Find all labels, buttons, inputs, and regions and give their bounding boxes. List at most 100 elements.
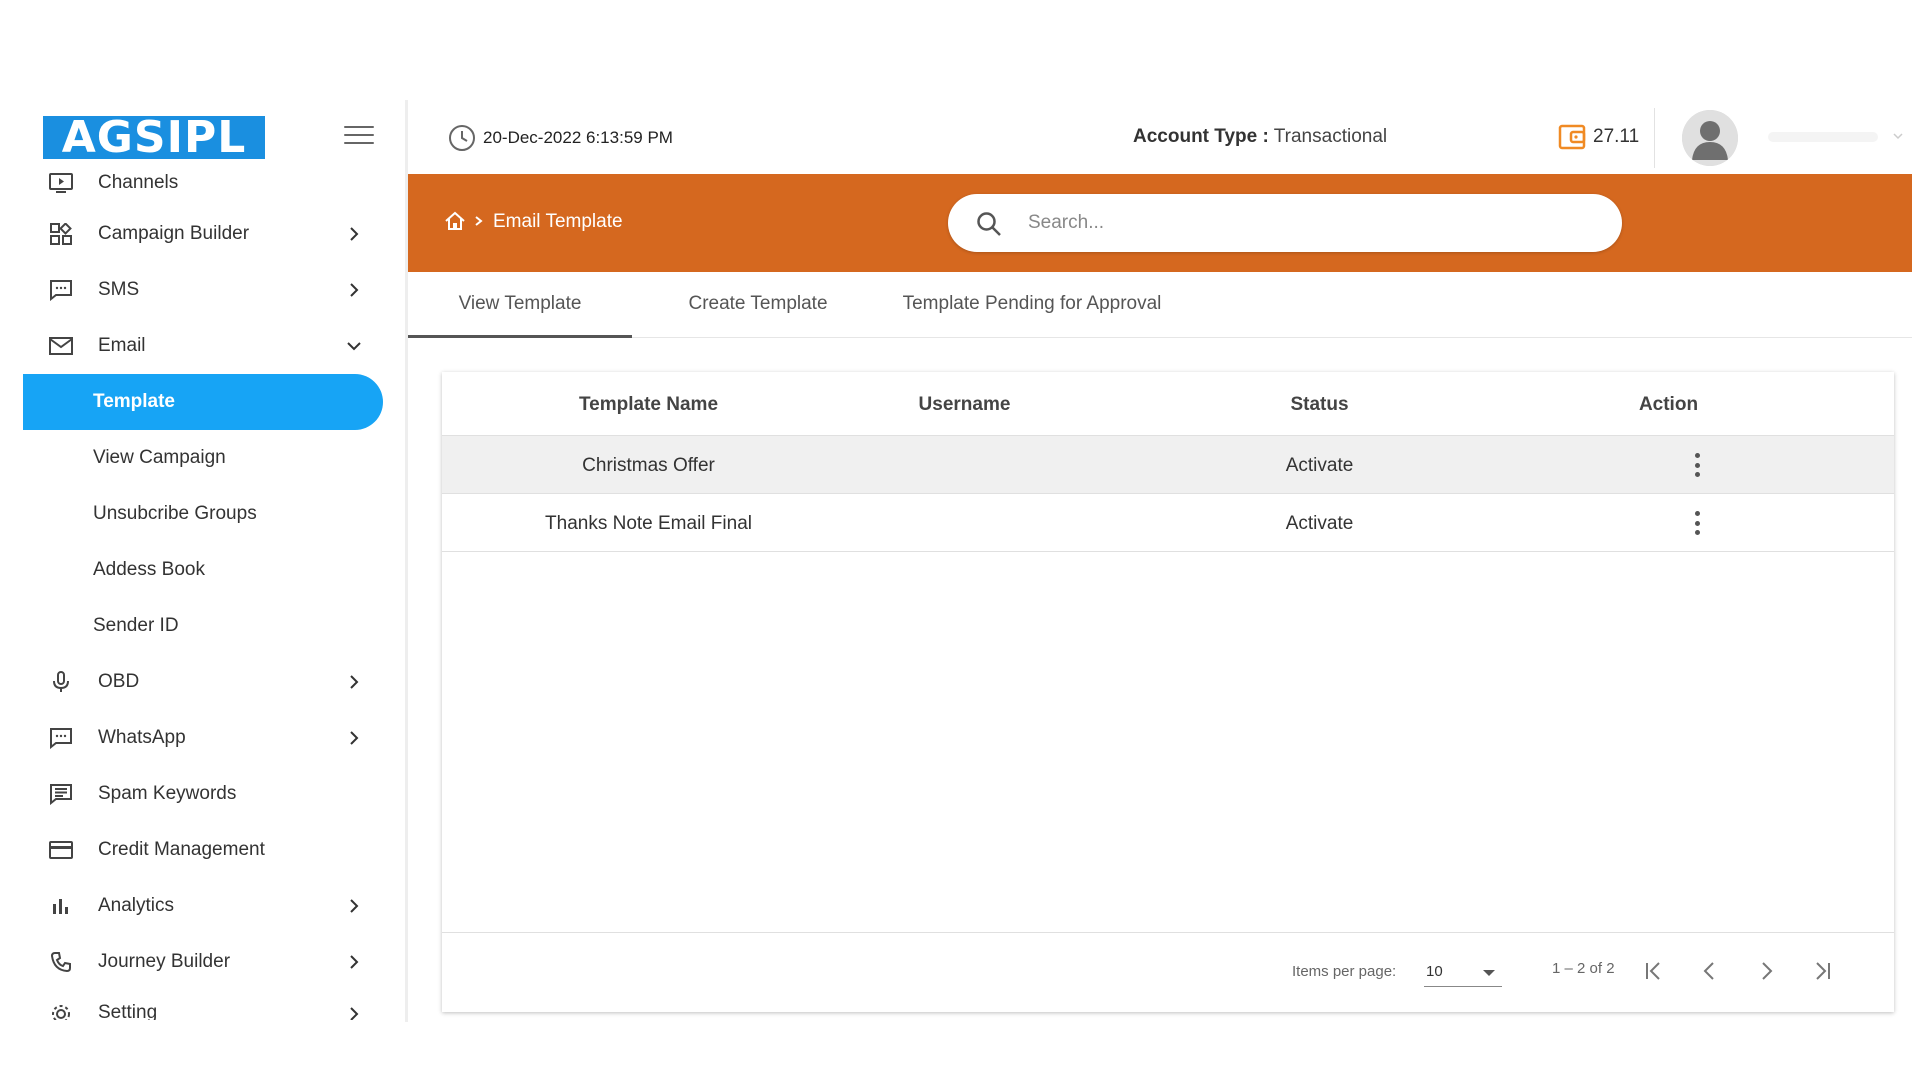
breadcrumb-current: Email Template [493, 211, 623, 232]
tab-create-template[interactable]: Create Template [652, 272, 864, 338]
page-header-banner: Email Template [408, 174, 1912, 272]
monitor-play-icon [48, 170, 74, 196]
sidebar-item-obd[interactable]: OBD [0, 654, 405, 710]
chevron-down-icon [1893, 133, 1903, 140]
brand-logo: AGSIPL [43, 116, 265, 160]
sidebar-subitem-address-book[interactable]: Addess Book [0, 542, 405, 598]
page-range: 1 – 2 of 2 [1552, 960, 1615, 977]
column-header-status[interactable]: Status [1197, 394, 1442, 416]
chat-dots-icon [48, 725, 74, 751]
message-icon [48, 277, 74, 303]
sidebar-subitem-label: Sender ID [93, 615, 179, 636]
paginator: Items per page: 10 1 – 2 of 2 [442, 932, 1894, 1012]
chevron-right-icon [346, 954, 362, 970]
menu-toggle-icon[interactable] [344, 126, 374, 148]
sidebar-subitem-sender-id[interactable]: Sender ID [0, 598, 405, 654]
app-window: AGSIPL Channels Campaign Builder SMS Ema… [0, 100, 1920, 1022]
sidebar-item-whatsapp[interactable]: WhatsApp [0, 710, 405, 766]
sidebar-item-label: WhatsApp [98, 727, 186, 748]
cell-status: Activate [1285, 455, 1354, 476]
sidebar-item-campaign-builder[interactable]: Campaign Builder [0, 206, 405, 262]
search-box [948, 194, 1622, 252]
chevron-right-icon [346, 1006, 362, 1020]
bar-chart-icon [48, 893, 74, 919]
username-placeholder [1768, 132, 1878, 142]
next-page-icon[interactable] [1750, 955, 1782, 987]
tab-template-pending-approval[interactable]: Template Pending for Approval [882, 272, 1182, 338]
template-table-card: Template Name Username Status Action Chr… [442, 372, 1894, 1012]
column-header-action: Action [1638, 394, 1699, 415]
table-row[interactable]: Thanks Note Email Final Activate [442, 494, 1894, 552]
chevron-right-icon [346, 898, 362, 914]
chevron-right-icon [346, 674, 362, 690]
tab-view-template[interactable]: View Template [408, 272, 632, 338]
main-content: 20-Dec-2022 6:13:59 PM Account Type : Tr… [408, 100, 1912, 1022]
sidebar-subitem-template[interactable]: Template [23, 374, 383, 430]
current-datetime: 20-Dec-2022 6:13:59 PM [483, 128, 673, 147]
column-header-username[interactable]: Username [842, 394, 1087, 416]
sidebar-subitem-label: Unsubcribe Groups [93, 503, 257, 524]
items-per-page-label: Items per page: [1292, 963, 1397, 980]
sidebar-item-label: Journey Builder [98, 951, 231, 972]
sidebar-item-analytics[interactable]: Analytics [0, 878, 405, 934]
sidebar-item-setting[interactable]: Setting [0, 990, 405, 1020]
sidebar-subitem-label: View Campaign [93, 447, 226, 468]
chevron-right-icon [346, 226, 362, 242]
sidebar-item-label: Credit Management [98, 839, 265, 860]
sidebar-item-email[interactable]: Email [0, 318, 405, 374]
row-actions-kebab-icon[interactable] [1692, 450, 1702, 480]
microphone-icon [48, 669, 74, 695]
items-per-page-value: 10 [1426, 963, 1443, 980]
sidebar-subitem-view-campaign[interactable]: View Campaign [0, 430, 405, 486]
topbar-divider [1654, 108, 1655, 168]
cell-status: Activate [1285, 513, 1354, 534]
sidebar-item-label: Campaign Builder [98, 223, 250, 244]
credit-balance: 27.11 [1593, 126, 1640, 147]
last-page-icon[interactable] [1806, 955, 1838, 987]
sidebar-item-label: Setting [98, 1002, 158, 1020]
top-bar: 20-Dec-2022 6:13:59 PM Account Type : Tr… [408, 100, 1912, 174]
column-header-template-name[interactable]: Template Name [526, 394, 771, 416]
home-icon[interactable] [444, 210, 466, 232]
sidebar-item-label: Email [98, 335, 146, 356]
row-actions-kebab-icon[interactable] [1692, 508, 1702, 538]
sidebar-item-label: Analytics [98, 895, 175, 916]
account-type-value: Transactional [1268, 126, 1388, 147]
sidebar-item-channels[interactable]: Channels [0, 160, 405, 206]
table-row[interactable]: Christmas Offer Activate [442, 436, 1894, 494]
search-input[interactable] [1028, 208, 1588, 238]
dropdown-caret-icon [1483, 970, 1495, 976]
sidebar-item-sms[interactable]: SMS [0, 262, 405, 318]
sidebar-subitem-unsubscribe-groups[interactable]: Unsubcribe Groups [0, 486, 405, 542]
previous-page-icon[interactable] [1694, 955, 1726, 987]
sidebar: AGSIPL Channels Campaign Builder SMS Ema… [0, 100, 408, 1022]
sidebar-item-label: SMS [98, 279, 140, 300]
sidebar-item-credit-management[interactable]: Credit Management [0, 822, 405, 878]
table-header: Template Name Username Status Action [442, 372, 1894, 436]
breadcrumb-chevron-icon [472, 210, 486, 232]
grid-icon [48, 221, 74, 247]
avatar[interactable] [1682, 110, 1738, 166]
gear-icon [48, 1001, 74, 1020]
account-type-label: Account Type : [1133, 126, 1269, 147]
sidebar-subitem-label: Template [93, 391, 176, 412]
list-message-icon [48, 781, 74, 807]
user-menu-dropdown[interactable] [1748, 122, 1908, 152]
sidebar-item-spam-keywords[interactable]: Spam Keywords [0, 766, 405, 822]
items-per-page-select[interactable]: 10 [1424, 957, 1502, 987]
search-icon [977, 212, 1001, 236]
sidebar-item-label: Channels [98, 172, 179, 193]
account-type: Account Type : Transactional [1133, 126, 1387, 148]
chevron-right-icon [346, 730, 362, 746]
cell-template-name: Christmas Offer [582, 455, 715, 476]
sidebar-item-journey-builder[interactable]: Journey Builder [0, 934, 405, 990]
sidebar-item-label: OBD [98, 671, 140, 692]
cell-template-name: Thanks Note Email Final [545, 513, 752, 534]
sidebar-item-label: Spam Keywords [98, 783, 237, 804]
template-tabs: View Template Create Template Template P… [408, 272, 1912, 338]
first-page-icon[interactable] [1638, 955, 1670, 987]
chevron-right-icon [346, 282, 362, 298]
sidebar-subitem-label: Addess Book [93, 559, 205, 580]
clock-icon [448, 124, 476, 152]
wallet-icon [1558, 124, 1586, 150]
